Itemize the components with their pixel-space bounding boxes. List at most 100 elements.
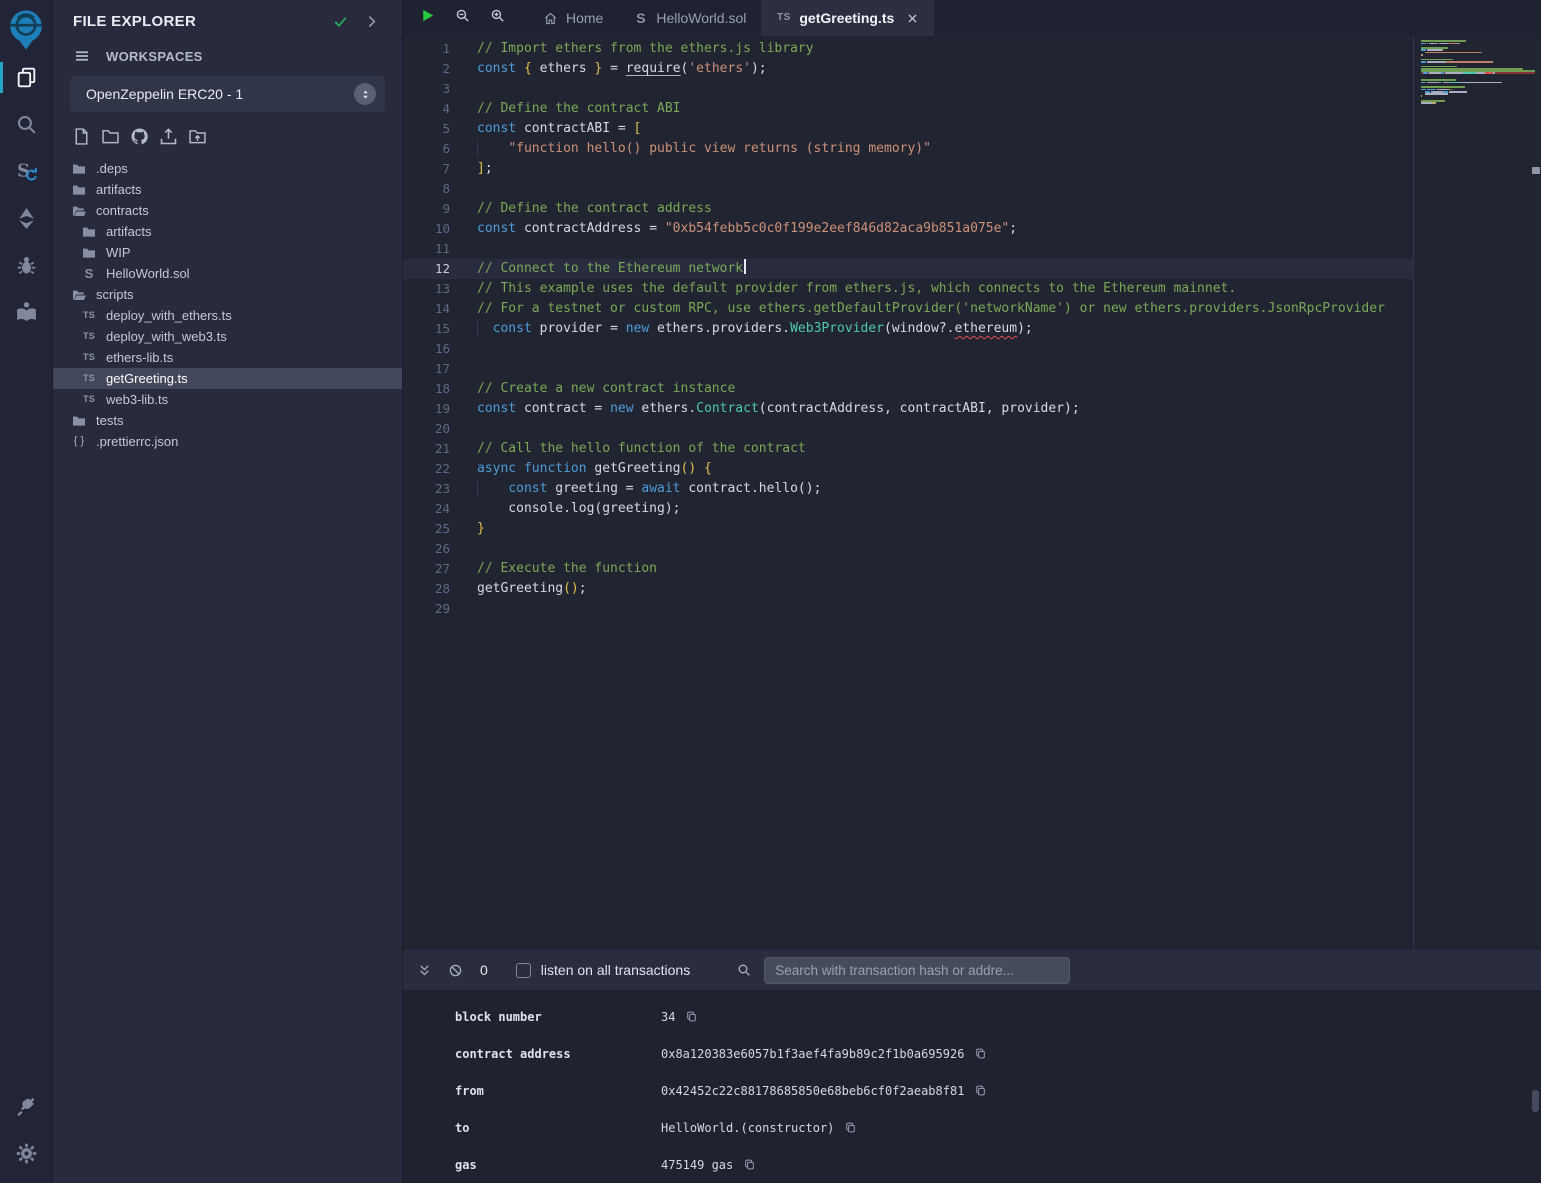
code-line[interactable]: 1// Import ethers from the ethers.js lib… xyxy=(403,39,1413,59)
menu-icon[interactable] xyxy=(73,47,91,65)
code-line[interactable]: 28getGreeting(); xyxy=(403,579,1413,599)
code-line[interactable]: 17 xyxy=(403,359,1413,379)
github-icon[interactable] xyxy=(129,126,150,147)
code-text: // Define the contract ABI xyxy=(464,99,681,119)
rail-item-learneth[interactable] xyxy=(0,289,52,336)
tree-item-contracts[interactable]: contracts xyxy=(53,200,402,221)
code-editor[interactable]: 1// Import ethers from the ethers.js lib… xyxy=(403,36,1541,950)
code-line[interactable]: 5const contractABI = [ xyxy=(403,119,1413,139)
transaction-details: block number34contract address0x8a120383… xyxy=(403,998,1541,1183)
tree-item-ethers-lib-ts[interactable]: TSethers-lib.ts xyxy=(53,347,402,368)
run-script-button[interactable] xyxy=(419,7,436,29)
upload-file-icon[interactable] xyxy=(158,126,179,147)
code-line[interactable]: 10const contractAddress = "0xb54febb5c0c… xyxy=(403,219,1413,239)
tree-item-web3-lib-ts[interactable]: TSweb3-lib.ts xyxy=(53,389,402,410)
copy-icon[interactable] xyxy=(844,1121,857,1134)
code-line[interactable]: 3 xyxy=(403,79,1413,99)
tree-item-deps[interactable]: .deps xyxy=(53,158,402,179)
code-line[interactable]: 13// This example uses the default provi… xyxy=(403,279,1413,299)
code-line[interactable]: 26 xyxy=(403,539,1413,559)
code-line[interactable]: 29 xyxy=(403,599,1413,619)
code-line[interactable]: 4// Define the contract ABI xyxy=(403,99,1413,119)
code-line[interactable]: 23 const greeting = await contract.hello… xyxy=(403,479,1413,499)
chevron-right-icon[interactable] xyxy=(363,13,380,30)
code-line[interactable]: 20 xyxy=(403,419,1413,439)
tab-home[interactable]: Home xyxy=(528,0,618,36)
tree-item-scripts[interactable]: scripts xyxy=(53,284,402,305)
code-line[interactable]: 7]; xyxy=(403,159,1413,179)
code-line[interactable]: 22async function getGreeting() { xyxy=(403,459,1413,479)
file-name: ethers-lib.ts xyxy=(106,350,173,365)
text-cursor xyxy=(744,259,746,274)
tab-label: getGreeting.ts xyxy=(799,10,894,26)
tree-item-wip[interactable]: WIP xyxy=(53,242,402,263)
code-line[interactable]: 9// Define the contract address xyxy=(403,199,1413,219)
code-line[interactable]: 6 "function hello() public view returns … xyxy=(403,139,1413,159)
workspace-select[interactable]: OpenZeppelin ERC20 - 1 xyxy=(70,76,385,112)
code-line[interactable]: 19const contract = new ethers.Contract(c… xyxy=(403,399,1413,419)
new-folder-icon[interactable] xyxy=(100,126,121,147)
new-file-icon[interactable] xyxy=(71,126,92,147)
code-line[interactable]: 11 xyxy=(403,239,1413,259)
rail-item-solidity-compiler[interactable]: S xyxy=(0,148,52,195)
code-line[interactable]: 2const { ethers } = require('ethers'); xyxy=(403,59,1413,79)
line-number: 8 xyxy=(403,179,464,199)
line-number: 25 xyxy=(403,519,464,539)
line-number: 13 xyxy=(403,279,464,299)
folder-icon xyxy=(81,224,97,240)
rail-item-plugin-manager[interactable] xyxy=(0,1083,52,1130)
rail-item-debugger[interactable] xyxy=(0,242,52,289)
terminal-scrollbar-thumb[interactable] xyxy=(1532,1090,1539,1112)
code-line[interactable]: 8 xyxy=(403,179,1413,199)
tree-item-deploy-with-web3-ts[interactable]: TSdeploy_with_web3.ts xyxy=(53,326,402,347)
editor-region: HomeSHelloWorld.solTSgetGreeting.ts 1// … xyxy=(403,0,1541,1183)
file-name: WIP xyxy=(106,245,131,260)
tab-helloworld-sol[interactable]: SHelloWorld.sol xyxy=(618,0,761,36)
code-text: // Call the hello function of the contra… xyxy=(464,439,806,459)
zoom-in-button[interactable] xyxy=(489,7,506,29)
detail-label: from xyxy=(455,1084,661,1098)
tree-item-prettierrc-json[interactable]: { }.prettierrc.json xyxy=(53,431,402,452)
code-line[interactable]: 21// Call the hello function of the cont… xyxy=(403,439,1413,459)
code-line[interactable]: 16 xyxy=(403,339,1413,359)
file-tree: .depsartifactscontractsartifactsWIPSHell… xyxy=(53,158,402,452)
workspace-dropdown-button[interactable] xyxy=(354,83,376,105)
clear-console-icon[interactable] xyxy=(448,963,463,978)
code-text: async function getGreeting() { xyxy=(464,459,712,479)
tree-item-tests[interactable]: tests xyxy=(53,410,402,431)
code-line[interactable]: 24 console.log(greeting); xyxy=(403,499,1413,519)
listen-transactions-checkbox[interactable] xyxy=(516,963,531,978)
copy-icon[interactable] xyxy=(743,1158,756,1171)
tree-item-artifacts[interactable]: artifacts xyxy=(53,221,402,242)
copy-icon[interactable] xyxy=(974,1047,987,1060)
zoom-out-button[interactable] xyxy=(454,7,471,29)
tree-item-artifacts[interactable]: artifacts xyxy=(53,179,402,200)
copy-icon[interactable] xyxy=(685,1010,698,1023)
tree-item-helloworld-sol[interactable]: SHelloWorld.sol xyxy=(53,263,402,284)
code-line[interactable]: 14// For a testnet or custom RPC, use et… xyxy=(403,299,1413,319)
editor-scrollbar-thumb[interactable] xyxy=(1532,167,1540,174)
rail-item-deploy-run[interactable] xyxy=(0,195,52,242)
solidity-icon: S xyxy=(633,11,648,26)
code-line[interactable]: 25} xyxy=(403,519,1413,539)
code-line[interactable]: 27// Execute the function xyxy=(403,559,1413,579)
copy-icon[interactable] xyxy=(974,1084,987,1097)
tab-getgreeting-ts[interactable]: TSgetGreeting.ts xyxy=(761,0,934,36)
minimap[interactable] xyxy=(1413,36,1541,950)
tree-item-getgreeting-ts[interactable]: TSgetGreeting.ts xyxy=(53,368,402,389)
detail-value: 0x42452c22c88178685850e68beb6cf0f2aeab8f… xyxy=(661,1084,964,1098)
transaction-search-input[interactable] xyxy=(764,957,1070,984)
tree-item-deploy-with-ethers-ts[interactable]: TSdeploy_with_ethers.ts xyxy=(53,305,402,326)
check-icon[interactable] xyxy=(332,13,349,30)
code-line[interactable]: 12// Connect to the Ethereum network xyxy=(403,259,1413,279)
code-line[interactable]: 15 const provider = new ethers.providers… xyxy=(403,319,1413,339)
line-number: 23 xyxy=(403,479,464,499)
close-tab-icon[interactable] xyxy=(906,12,919,25)
code-line[interactable]: 18// Create a new contract instance xyxy=(403,379,1413,399)
rail-item-settings[interactable] xyxy=(0,1130,52,1177)
rail-item-search[interactable] xyxy=(0,101,52,148)
terminal-collapse-icon[interactable] xyxy=(417,963,432,978)
rail-item-file-explorer[interactable] xyxy=(0,54,52,101)
upload-folder-icon[interactable] xyxy=(187,126,208,147)
rail-item-remix-logo[interactable] xyxy=(0,4,52,54)
